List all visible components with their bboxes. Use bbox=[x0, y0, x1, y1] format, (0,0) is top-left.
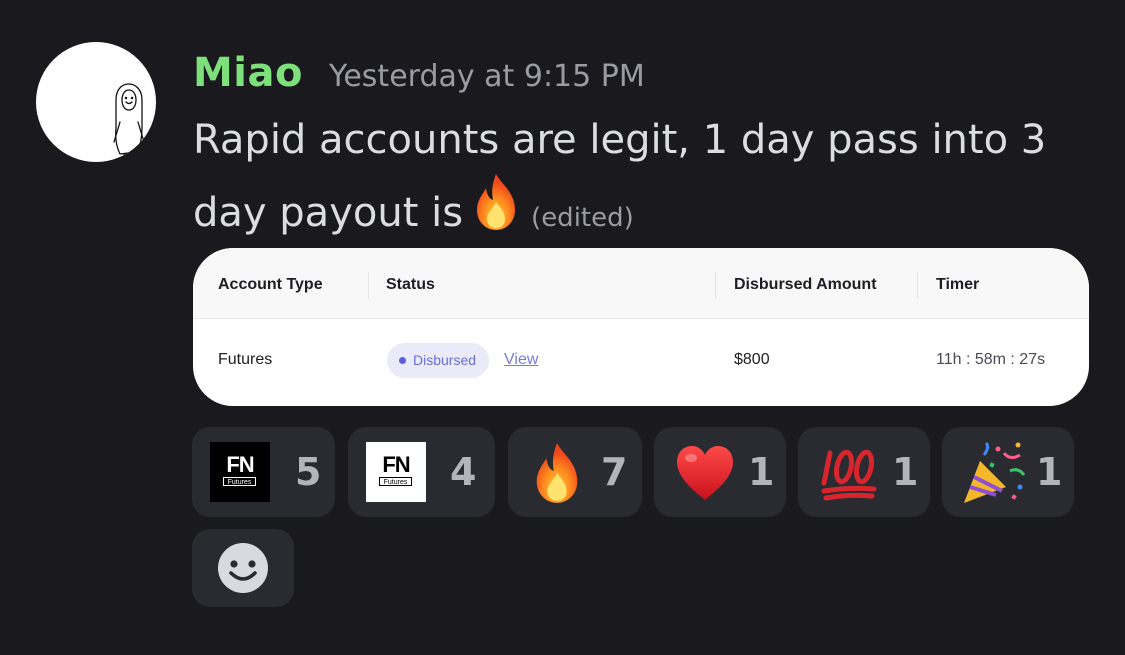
message-header: Miao Yesterday at 9:15 PM bbox=[193, 50, 645, 96]
table-header-row: Account Type Status Disbursed Amount Tim… bbox=[193, 248, 1089, 319]
reaction-fn-futures-dark[interactable]: FN Futures 5 bbox=[192, 427, 335, 517]
payout-table-card[interactable]: Account Type Status Disbursed Amount Tim… bbox=[193, 248, 1089, 406]
reaction-heart[interactable]: 1 bbox=[654, 427, 786, 517]
avatar-sketch-figure-icon bbox=[113, 83, 145, 161]
edited-label: (edited) bbox=[531, 203, 634, 233]
fn-logo-text: FN bbox=[226, 452, 254, 477]
column-divider bbox=[715, 272, 716, 298]
discord-message-view: Miao Yesterday at 9:15 PM Rapid accounts… bbox=[0, 0, 1125, 655]
fn-logo-subtext: Futures bbox=[379, 477, 412, 486]
status-dot-icon bbox=[399, 357, 406, 364]
message-text-line-2: day payout is bbox=[193, 190, 464, 236]
reaction-count: 1 bbox=[748, 450, 775, 494]
column-header-account-type: Account Type bbox=[218, 276, 323, 293]
message-text-line-1: Rapid accounts are legit, 1 day pass int… bbox=[193, 117, 1047, 163]
message-timestamp[interactable]: Yesterday at 9:15 PM bbox=[329, 59, 645, 94]
message-text-line-2-wrapper: day payout is (edited) bbox=[193, 172, 1093, 251]
reaction-fn-futures-light[interactable]: FN Futures 4 bbox=[348, 427, 495, 517]
cell-account-type: Futures bbox=[218, 351, 273, 368]
column-divider bbox=[917, 272, 918, 298]
reaction-fire[interactable]: 7 bbox=[508, 427, 642, 517]
fn-futures-logo-light-icon: FN Futures bbox=[366, 442, 426, 502]
reaction-count: 7 bbox=[601, 450, 628, 494]
column-header-timer: Timer bbox=[936, 276, 980, 293]
smiley-add-reaction-icon bbox=[218, 543, 268, 593]
reaction-count: 1 bbox=[1036, 450, 1063, 494]
party-popper-icon bbox=[960, 441, 1026, 509]
reaction-hundred[interactable]: 1 bbox=[798, 427, 930, 517]
fn-logo-text: FN bbox=[382, 452, 410, 477]
reaction-count: 5 bbox=[295, 450, 322, 494]
username[interactable]: Miao bbox=[193, 50, 303, 96]
column-divider bbox=[368, 272, 369, 298]
add-reaction-button[interactable] bbox=[192, 529, 294, 607]
fn-futures-logo-dark-icon: FN Futures bbox=[210, 442, 270, 502]
fn-logo-subtext: Futures bbox=[223, 477, 256, 486]
column-header-status: Status bbox=[386, 276, 435, 293]
hundred-points-icon bbox=[820, 443, 878, 507]
status-badge-label: Disbursed bbox=[413, 352, 477, 368]
fire-icon bbox=[471, 172, 521, 251]
cell-timer: 11h : 58m : 27s bbox=[936, 351, 1046, 368]
cell-disbursed-amount: $800 bbox=[734, 351, 770, 368]
reaction-party-popper[interactable]: 1 bbox=[942, 427, 1074, 517]
status-badge: Disbursed bbox=[387, 343, 490, 378]
view-link[interactable]: View bbox=[504, 351, 538, 369]
fire-icon bbox=[530, 441, 584, 509]
column-header-disbursed-amount: Disbursed Amount bbox=[734, 276, 877, 293]
avatar[interactable] bbox=[36, 42, 156, 162]
message-content: Rapid accounts are legit, 1 day pass int… bbox=[193, 108, 1093, 251]
reaction-count: 4 bbox=[450, 450, 477, 494]
red-heart-icon bbox=[674, 444, 736, 506]
reaction-count: 1 bbox=[892, 450, 919, 494]
